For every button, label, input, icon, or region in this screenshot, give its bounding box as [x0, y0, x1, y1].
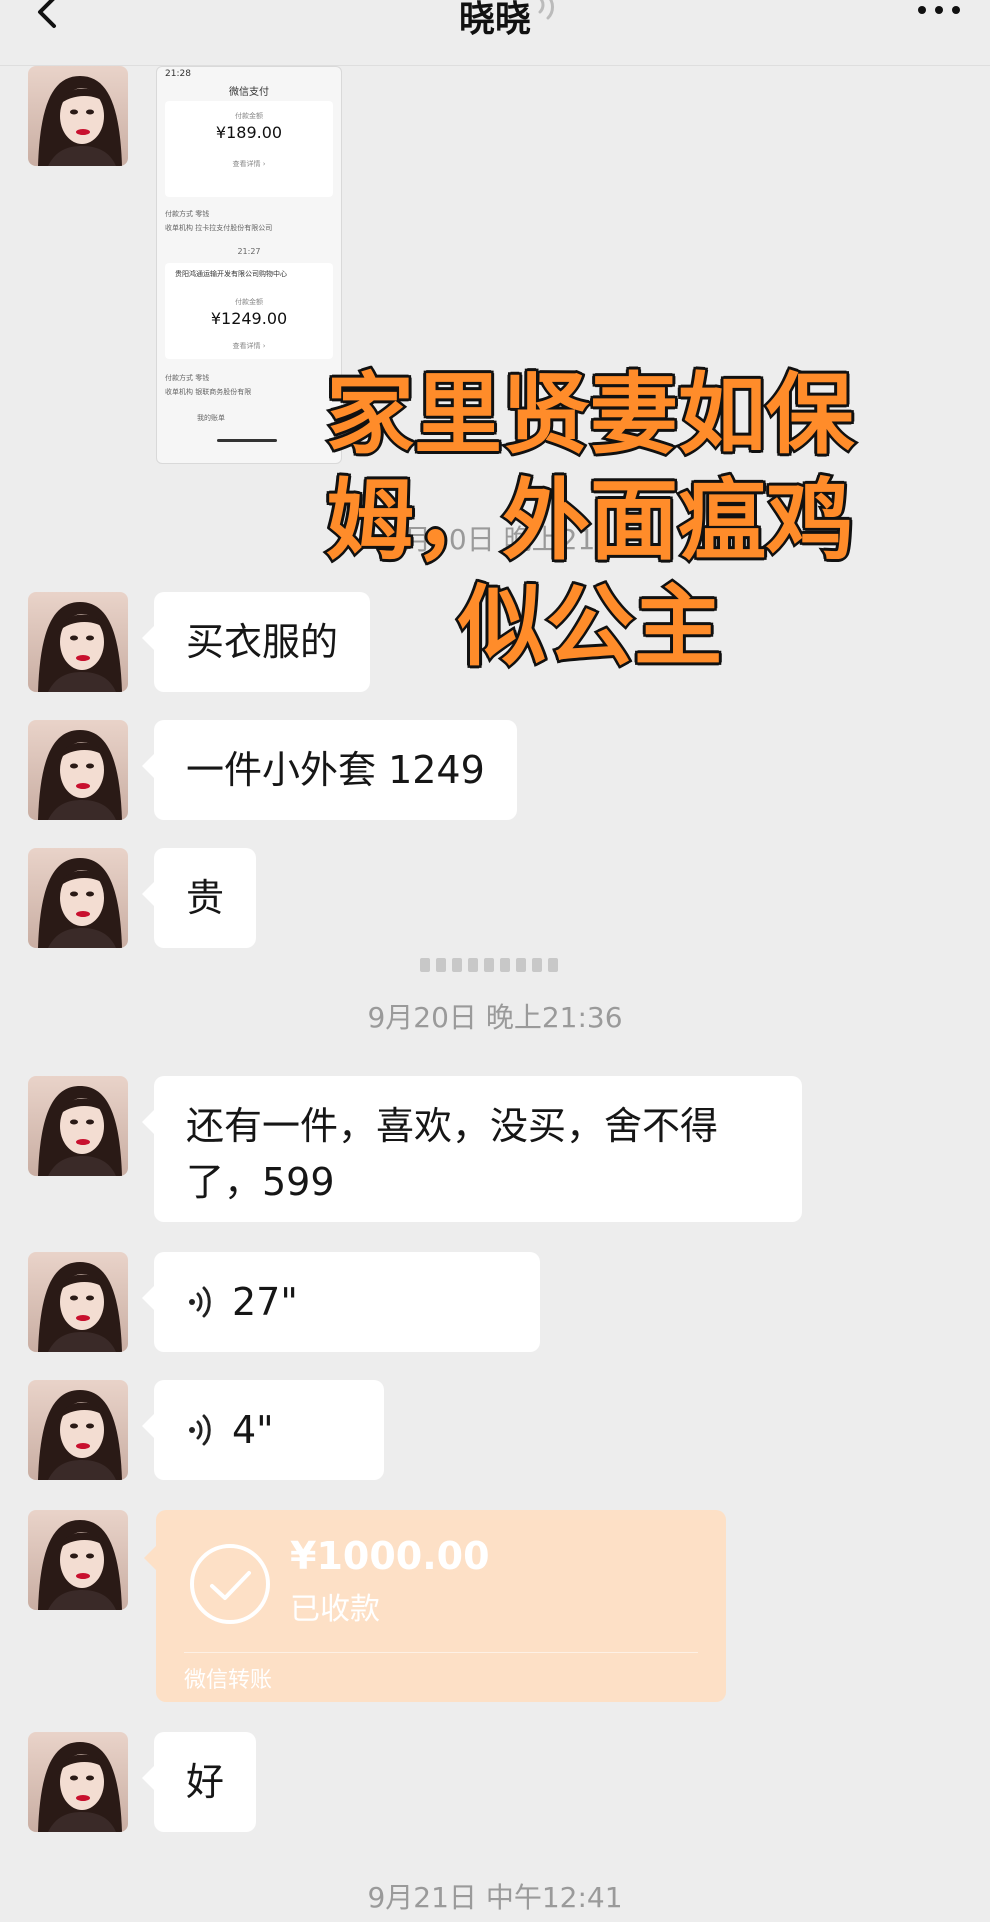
mute-icon	[538, 0, 554, 20]
message-line: 了，599	[186, 1160, 335, 1204]
avatar[interactable]	[28, 1732, 128, 1832]
avatar[interactable]	[28, 592, 128, 692]
payment-amount: ¥189.00	[215, 123, 283, 142]
voice-duration: 4"	[232, 1408, 274, 1452]
avatar[interactable]	[28, 848, 128, 948]
payment-row: 收单机构 银联商务股份有限	[165, 388, 252, 396]
screenshot-nav-title: 微信支付	[229, 87, 269, 98]
voice-wave-icon	[189, 1286, 211, 1318]
overlay-caption: 家里贤妻如保 姆，外面瘟鸡 似公主	[272, 361, 908, 681]
overlay-line: 家里贤妻如保	[323, 361, 856, 469]
avatar[interactable]	[28, 66, 128, 166]
chat-header: 晓晓	[0, 0, 990, 66]
payment-row: 付款方式 零钱	[165, 374, 210, 382]
check-circle-icon	[190, 1544, 270, 1624]
payment-detail-link: 查看详情 ›	[232, 160, 266, 168]
avatar[interactable]	[28, 1510, 128, 1610]
transfer-divider	[184, 1652, 698, 1653]
avatar[interactable]	[28, 1252, 128, 1352]
emoji-reaction-strip	[420, 958, 558, 972]
home-indicator	[217, 439, 277, 442]
payment-card-2: 贵阳鸿通运输开发有限公司购物中心 付款金额 ¥1249.00 查看详情 ›	[165, 263, 333, 359]
payment-card-1: 付款金额 ¥189.00 查看详情 ›	[165, 101, 333, 197]
overlay-line: 似公主	[455, 573, 724, 681]
payment-time: 21:27	[237, 247, 261, 256]
voice-duration: 27"	[232, 1280, 298, 1324]
status-time: 21:28	[165, 69, 191, 79]
chat-title: 晓晓	[458, 0, 531, 40]
payment-label: 付款金额	[235, 112, 263, 120]
payment-detail-link: 查看详情 ›	[232, 342, 266, 350]
message-bubble[interactable]: 一件小外套 1249	[142, 720, 517, 820]
timestamp: 9月21日 中午12:41	[367, 1881, 623, 1914]
transfer-status: 已收款	[290, 1592, 380, 1627]
voice-wave-icon	[189, 1414, 211, 1446]
message-line: 还有一件，喜欢，没买，舍不得	[186, 1104, 719, 1148]
avatar[interactable]	[28, 720, 128, 820]
payment-row: 收单机构 拉卡拉支付股份有限公司	[165, 224, 273, 232]
message-bubble[interactable]: 好	[141, 1732, 257, 1832]
wechat-transfer-card[interactable]: ¥1000.00 已收款 微信转账	[144, 1510, 726, 1702]
transfer-amount: ¥1000.00	[290, 1534, 490, 1578]
overlay-line: 姆，外面瘟鸡	[323, 467, 856, 575]
message-bubble[interactable]: 贵	[141, 848, 257, 948]
payment-label: 付款金额	[235, 298, 263, 306]
avatar[interactable]	[28, 1380, 128, 1480]
more-dots-icon[interactable]	[914, 0, 964, 20]
voice-message[interactable]: 27"	[142, 1252, 540, 1352]
payment-amount: ¥1249.00	[210, 309, 288, 328]
payment-row: 付款方式 零钱	[165, 210, 210, 218]
bill-link: 我的账单	[197, 414, 225, 422]
voice-message[interactable]: 4"	[142, 1380, 384, 1480]
avatar[interactable]	[28, 1076, 128, 1176]
transfer-footer: 微信转账	[184, 1668, 273, 1693]
merchant-name: 贵阳鸿通运输开发有限公司购物中心	[175, 270, 287, 278]
message-bubble[interactable]: 还有一件，喜欢，没买，舍不得 了，599	[142, 1076, 802, 1222]
timestamp: 9月20日 晚上21:36	[367, 1001, 623, 1034]
